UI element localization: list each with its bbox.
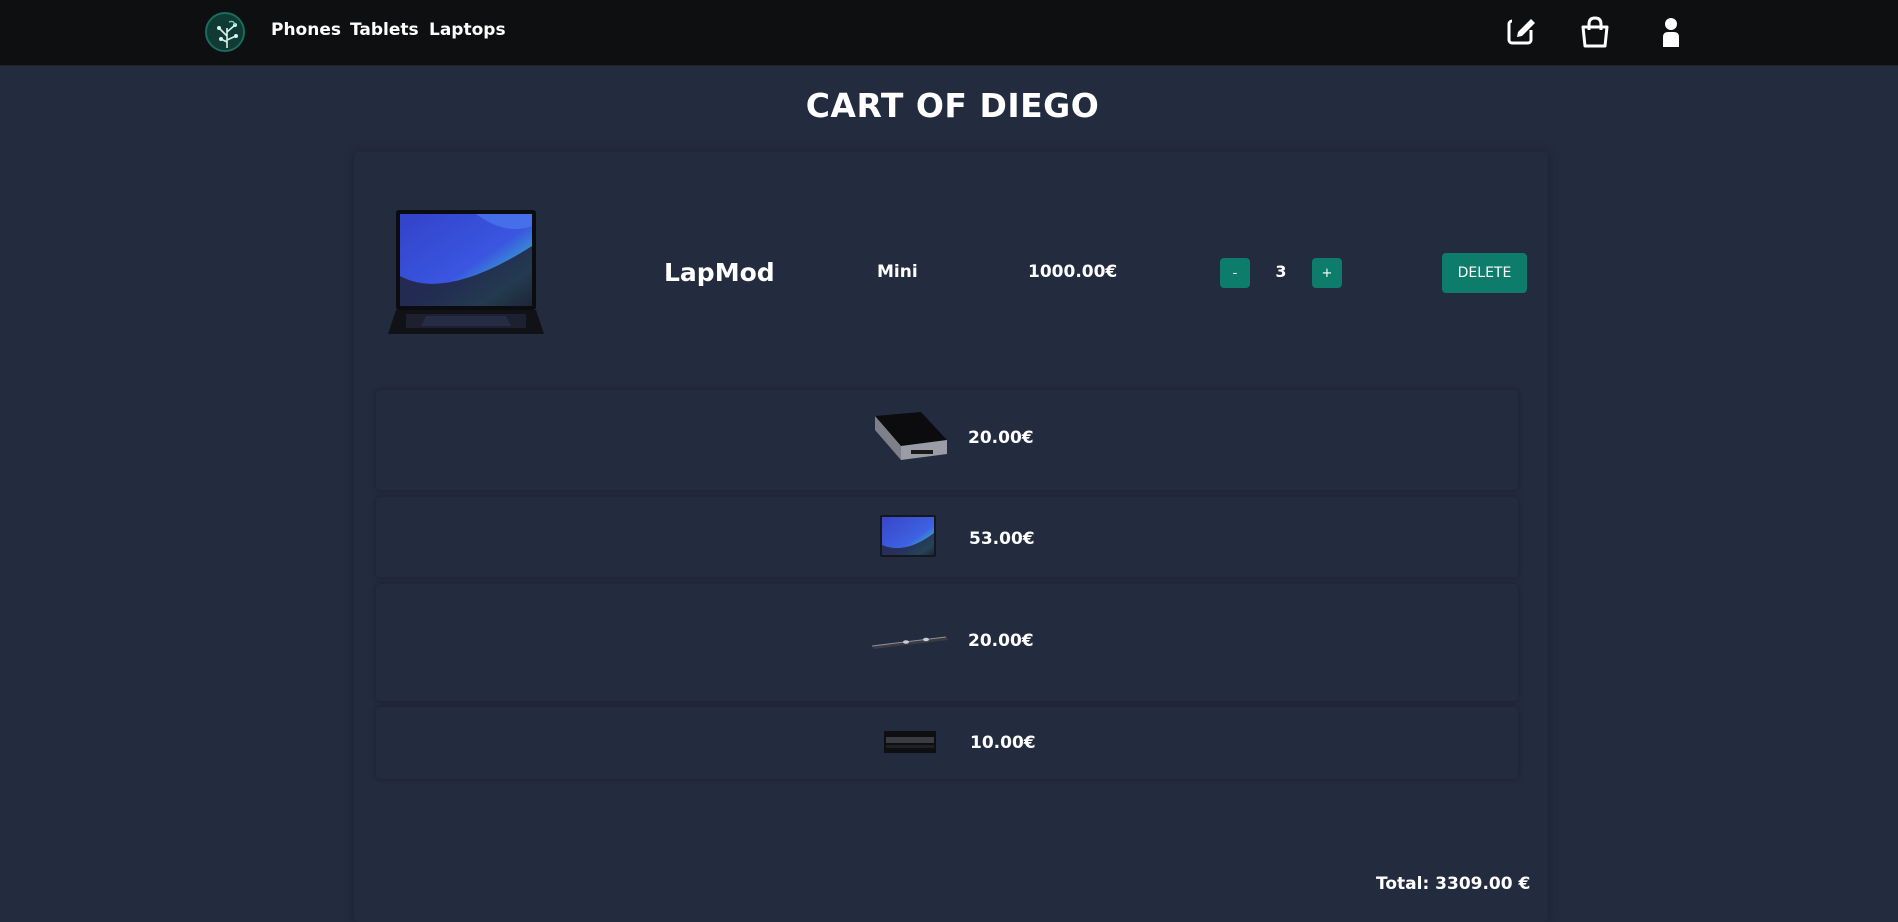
accessory-price: 20.00€: [968, 428, 1034, 448]
cart-item-name: LapMod: [664, 258, 775, 287]
cart-item-price: 1000.00€: [1028, 262, 1118, 282]
circuit-leaf-logo-icon[interactable]: [205, 12, 245, 52]
page-title: CART OF DIEGO: [805, 86, 1100, 125]
increase-quantity-button[interactable]: +: [1312, 258, 1342, 288]
nav-link-tablets[interactable]: Tablets: [350, 20, 419, 40]
screen-panel-icon: [880, 515, 936, 557]
decrease-quantity-button[interactable]: -: [1220, 258, 1250, 288]
edit-icon[interactable]: [1505, 15, 1539, 49]
quantity-value: 3: [1275, 262, 1287, 281]
accessory-row: 20.00€: [376, 584, 1518, 701]
accessory-row: 10.00€: [376, 707, 1518, 779]
top-navbar: Phones Tablets Laptops: [0, 0, 1898, 66]
accessory-price: 20.00€: [968, 631, 1034, 651]
nav-link-laptops[interactable]: Laptops: [429, 20, 506, 40]
accessory-price: 10.00€: [970, 733, 1036, 753]
storage-box-icon: [871, 408, 949, 466]
accessory-row: 53.00€: [376, 497, 1518, 577]
delete-item-button[interactable]: DELETE: [1442, 253, 1527, 293]
battery-block-icon: [884, 731, 936, 753]
accessory-price: 53.00€: [969, 529, 1035, 549]
cart-total: Total: 3309.00 €: [1376, 874, 1531, 894]
laptop-product-image: [386, 206, 546, 338]
nav-link-phones[interactable]: Phones: [271, 20, 341, 40]
cart-item-variant: Mini: [877, 262, 918, 282]
shopping-bag-icon[interactable]: [1578, 15, 1612, 49]
thin-bar-icon: [871, 634, 948, 650]
user-icon[interactable]: [1654, 15, 1688, 49]
accessory-row: 20.00€: [376, 390, 1518, 490]
